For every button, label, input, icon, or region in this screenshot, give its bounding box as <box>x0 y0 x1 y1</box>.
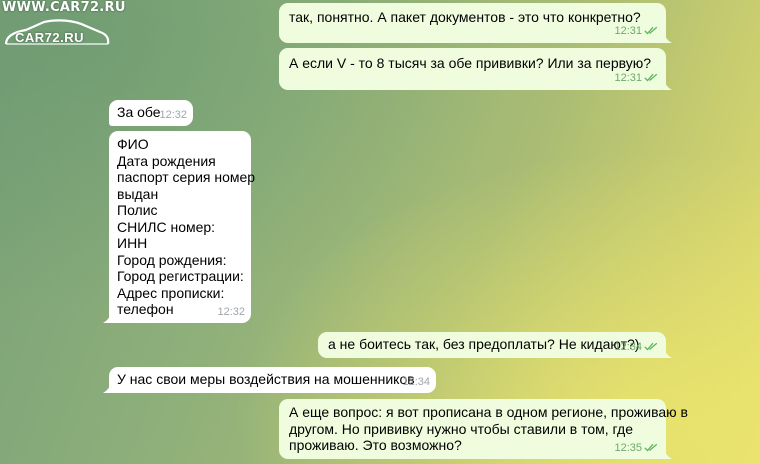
message-meta: 12:31 <box>614 70 658 87</box>
message-text: А еще вопрос: я вот прописана в одном ре… <box>289 404 688 453</box>
message-meta: 12:32 <box>217 304 245 321</box>
message-text: ФИО Дата рождения паспорт серия номер вы… <box>117 136 256 317</box>
message-meta: 12:34 <box>614 339 658 356</box>
bubble-tail <box>103 313 111 323</box>
message-outgoing[interactable]: так, понятно. А пакет документов - это ч… <box>279 3 672 43</box>
message-meta: 12:34 <box>402 374 430 391</box>
message-time: 12:31 <box>614 71 642 84</box>
message-text: а не боитесь так, без предоплаты? Не кид… <box>328 336 640 352</box>
message-time: 12:34 <box>402 375 430 388</box>
bubble-tail <box>664 348 672 358</box>
message-meta: 12:35 <box>614 440 658 457</box>
site-watermark: WWW.CAR72.RU CAR72.RU <box>2 0 132 50</box>
message-incoming[interactable]: У нас свои меры воздействия на мошеннико… <box>103 367 436 393</box>
bubble-tail <box>664 449 672 459</box>
message-outgoing[interactable]: а не боитесь так, без предоплаты? Не кид… <box>318 332 672 358</box>
message-time: 12:35 <box>614 441 642 454</box>
read-check-icon <box>644 443 658 452</box>
read-check-icon <box>644 342 658 351</box>
read-check-icon <box>644 73 658 82</box>
message-time: 12:32 <box>217 305 245 318</box>
message-incoming[interactable]: За обе 12:32 <box>109 100 193 126</box>
message-time: 12:34 <box>614 340 642 353</box>
watermark-url: WWW.CAR72.RU <box>2 0 126 15</box>
message-text: У нас свои меры воздействия на мошеннико… <box>117 371 415 387</box>
bubble-tail <box>103 383 111 393</box>
message-text: А если V - то 8 тысяч за обе прививки? И… <box>289 55 652 71</box>
message-text: так, понятно. А пакет документов - это ч… <box>289 9 641 25</box>
message-meta: 12:32 <box>159 107 187 124</box>
watermark-logo-text: CAR72.RU <box>15 30 85 45</box>
read-check-icon <box>644 26 658 35</box>
message-outgoing[interactable]: А еще вопрос: я вот прописана в одном ре… <box>279 399 688 459</box>
bubble-tail <box>664 33 672 43</box>
message-outgoing[interactable]: А если V - то 8 тысяч за обе прививки? И… <box>279 48 672 90</box>
message-time: 12:32 <box>159 108 187 121</box>
message-incoming[interactable]: ФИО Дата рождения паспорт серия номер вы… <box>103 131 256 323</box>
message-meta: 12:31 <box>614 23 658 40</box>
message-time: 12:31 <box>614 24 642 37</box>
bubble-tail <box>664 80 672 90</box>
